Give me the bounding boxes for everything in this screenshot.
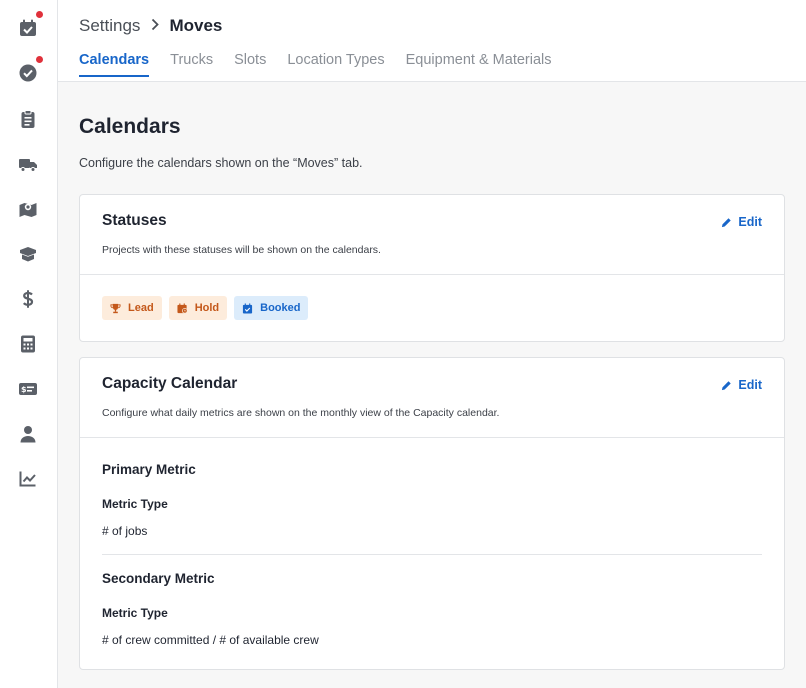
capacity-edit-label: Edit xyxy=(738,378,762,392)
trophy-icon xyxy=(110,303,121,313)
statuses-edit-label: Edit xyxy=(738,215,762,229)
capacity-subtitle: Configure what daily metrics are shown o… xyxy=(102,407,500,419)
money-check-icon[interactable]: $ xyxy=(17,378,39,400)
status-badge-label: Lead xyxy=(128,302,154,314)
calculator-icon[interactable] xyxy=(17,333,39,355)
status-badge-booked: Booked xyxy=(234,296,309,320)
secondary-metric-type-value: # of crew committed / # of available cre… xyxy=(102,633,319,647)
tab-location-types[interactable]: Location Types xyxy=(287,52,384,77)
tab-equipment-materials[interactable]: Equipment & Materials xyxy=(406,52,552,77)
capacity-card-header: Capacity Calendar Configure what daily m… xyxy=(80,358,784,438)
breadcrumb: Settings Moves xyxy=(79,16,222,36)
statuses-subtitle: Projects with these statuses will be sho… xyxy=(102,244,381,256)
page-header: Settings Moves Calendars Trucks Slots Lo… xyxy=(58,0,806,82)
status-badge-label: Booked xyxy=(260,302,301,314)
secondary-metric-type-label: Metric Type xyxy=(102,606,168,620)
statuses-card-header: Statuses Projects with these statuses wi… xyxy=(80,195,784,275)
status-badge-hold: Hold xyxy=(168,296,228,320)
check-circle-icon[interactable] xyxy=(17,56,43,84)
svg-text:$: $ xyxy=(21,385,27,394)
breadcrumb-current: Moves xyxy=(169,16,223,35)
page-description: Configure the calendars shown on the “Mo… xyxy=(79,156,363,170)
user-icon[interactable] xyxy=(17,423,39,445)
metric-divider xyxy=(102,554,762,555)
pencil-icon xyxy=(722,380,732,390)
tab-slots[interactable]: Slots xyxy=(234,52,266,77)
tab-trucks[interactable]: Trucks xyxy=(170,52,213,77)
status-badge-list: Lead Hold Booked xyxy=(102,296,315,320)
primary-metric-type-value: # of jobs xyxy=(102,524,148,538)
sidebar: $ xyxy=(0,0,58,688)
chevron-right-icon xyxy=(151,16,160,36)
box-icon[interactable] xyxy=(17,243,39,265)
statuses-title: Statuses xyxy=(102,212,167,229)
breadcrumb-settings-link[interactable]: Settings xyxy=(79,16,140,36)
status-badge-label: Hold xyxy=(194,302,220,314)
secondary-metric-title: Secondary Metric xyxy=(102,571,215,586)
statuses-card: Statuses Projects with these statuses wi… xyxy=(79,194,785,342)
calendar-clock-icon xyxy=(177,302,188,314)
statuses-edit-button[interactable]: Edit xyxy=(721,215,762,229)
clipboard-icon[interactable] xyxy=(17,108,39,130)
dollar-icon[interactable] xyxy=(17,288,39,310)
calendar-check-icon[interactable] xyxy=(17,11,43,39)
notification-dot xyxy=(36,56,43,63)
page-title: Calendars xyxy=(79,115,181,138)
notification-dot xyxy=(36,11,43,18)
truck-icon[interactable] xyxy=(17,153,39,175)
status-badge-lead: Lead xyxy=(102,296,162,320)
pencil-icon xyxy=(722,217,732,227)
capacity-edit-button[interactable]: Edit xyxy=(721,378,762,392)
chart-line-icon[interactable] xyxy=(17,468,39,490)
capacity-calendar-card: Capacity Calendar Configure what daily m… xyxy=(79,357,785,670)
capacity-title: Capacity Calendar xyxy=(102,375,238,392)
calendar-check-icon xyxy=(243,302,253,314)
primary-metric-title: Primary Metric xyxy=(102,462,196,477)
tab-calendars[interactable]: Calendars xyxy=(79,52,150,77)
tab-bar: Calendars Trucks Slots Location Types Eq… xyxy=(79,52,573,77)
primary-metric-type-label: Metric Type xyxy=(102,497,168,511)
map-icon[interactable] xyxy=(17,198,39,220)
